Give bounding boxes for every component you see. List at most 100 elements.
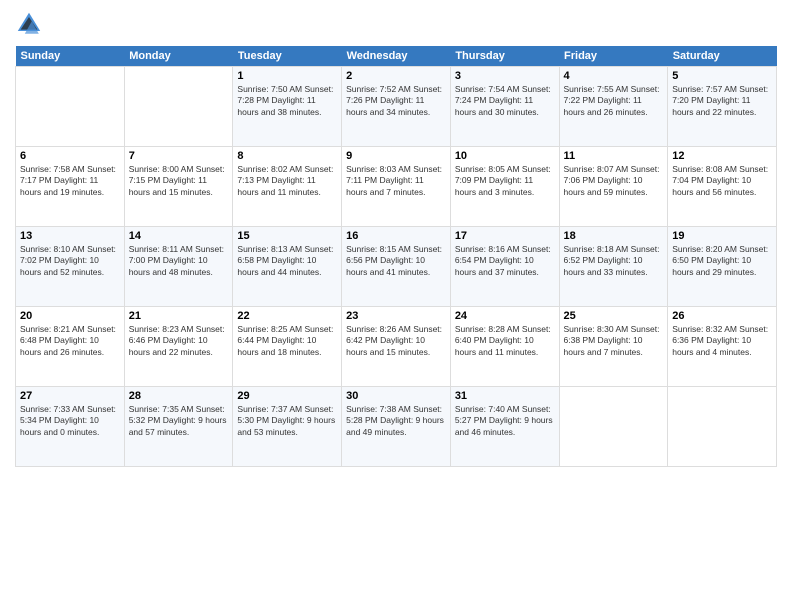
day-number: 15	[237, 230, 337, 242]
day-number: 2	[346, 70, 446, 82]
day-info: Sunrise: 8:26 AM Sunset: 6:42 PM Dayligh…	[346, 324, 446, 358]
calendar-cell: 8 Sunrise: 8:02 AM Sunset: 7:13 PM Daylig…	[233, 147, 342, 227]
calendar-cell: 20 Sunrise: 8:21 AM Sunset: 6:48 PM Dayli…	[16, 307, 125, 387]
calendar-cell: 9 Sunrise: 8:03 AM Sunset: 7:11 PM Daylig…	[342, 147, 451, 227]
calendar-cell: 15 Sunrise: 8:13 AM Sunset: 6:58 PM Dayli…	[233, 227, 342, 307]
day-number: 27	[20, 390, 120, 402]
day-info: Sunrise: 8:02 AM Sunset: 7:13 PM Dayligh…	[237, 164, 337, 198]
calendar-week-row: 13 Sunrise: 8:10 AM Sunset: 7:02 PM Dayli…	[16, 227, 777, 307]
page: SundayMondayTuesdayWednesdayThursdayFrid…	[0, 0, 792, 612]
day-number: 24	[455, 310, 555, 322]
day-info: Sunrise: 7:35 AM Sunset: 5:32 PM Dayligh…	[129, 404, 229, 438]
calendar-cell: 7Sunrise: 8:00 AM Sunset: 7:15 PM Daylig…	[124, 147, 233, 227]
weekday-header: Friday	[559, 46, 668, 67]
day-number: 4	[564, 70, 664, 82]
calendar-week-row: 1Sunrise: 7:50 AM Sunset: 7:28 PM Daylig…	[16, 67, 777, 147]
day-info: Sunrise: 8:08 AM Sunset: 7:04 PM Dayligh…	[672, 164, 772, 198]
weekday-header: Sunday	[16, 46, 125, 67]
day-info: Sunrise: 8:16 AM Sunset: 6:54 PM Dayligh…	[455, 244, 555, 278]
weekday-header: Wednesday	[342, 46, 451, 67]
weekday-header: Thursday	[450, 46, 559, 67]
day-info: Sunrise: 8:03 AM Sunset: 7:11 PM Dayligh…	[346, 164, 446, 198]
day-info: Sunrise: 7:57 AM Sunset: 7:20 PM Dayligh…	[672, 84, 772, 118]
day-info: Sunrise: 7:40 AM Sunset: 5:27 PM Dayligh…	[455, 404, 555, 438]
day-number: 18	[564, 230, 664, 242]
day-info: Sunrise: 8:23 AM Sunset: 6:46 PM Dayligh…	[129, 324, 229, 358]
day-info: Sunrise: 8:11 AM Sunset: 7:00 PM Dayligh…	[129, 244, 229, 278]
logo-icon	[15, 10, 43, 38]
calendar-cell	[16, 67, 125, 147]
day-number: 11	[564, 150, 664, 162]
logo	[15, 10, 47, 38]
day-number: 3	[455, 70, 555, 82]
calendar-cell: 6 Sunrise: 7:58 AM Sunset: 7:17 PM Daylig…	[16, 147, 125, 227]
calendar-cell: 1Sunrise: 7:50 AM Sunset: 7:28 PM Daylig…	[233, 67, 342, 147]
calendar-cell: 5Sunrise: 7:57 AM Sunset: 7:20 PM Daylig…	[668, 67, 777, 147]
calendar-cell: 4 Sunrise: 7:55 AM Sunset: 7:22 PM Daylig…	[559, 67, 668, 147]
day-number: 13	[20, 230, 120, 242]
day-number: 19	[672, 230, 772, 242]
calendar-cell: 22 Sunrise: 8:25 AM Sunset: 6:44 PM Dayli…	[233, 307, 342, 387]
day-number: 21	[129, 310, 229, 322]
weekday-header: Monday	[124, 46, 233, 67]
day-number: 23	[346, 310, 446, 322]
day-info: Sunrise: 8:15 AM Sunset: 6:56 PM Dayligh…	[346, 244, 446, 278]
day-info: Sunrise: 7:52 AM Sunset: 7:26 PM Dayligh…	[346, 84, 446, 118]
calendar-cell: 3Sunrise: 7:54 AM Sunset: 7:24 PM Daylig…	[450, 67, 559, 147]
day-info: Sunrise: 8:18 AM Sunset: 6:52 PM Dayligh…	[564, 244, 664, 278]
calendar-cell: 18 Sunrise: 8:18 AM Sunset: 6:52 PM Dayli…	[559, 227, 668, 307]
day-info: Sunrise: 8:30 AM Sunset: 6:38 PM Dayligh…	[564, 324, 664, 358]
day-info: Sunrise: 8:25 AM Sunset: 6:44 PM Dayligh…	[237, 324, 337, 358]
day-number: 12	[672, 150, 772, 162]
calendar-cell: 17 Sunrise: 8:16 AM Sunset: 6:54 PM Dayli…	[450, 227, 559, 307]
day-info: Sunrise: 8:05 AM Sunset: 7:09 PM Dayligh…	[455, 164, 555, 198]
calendar-cell: 19 Sunrise: 8:20 AM Sunset: 6:50 PM Dayli…	[668, 227, 777, 307]
calendar-week-row: 27 Sunrise: 7:33 AM Sunset: 5:34 PM Dayli…	[16, 387, 777, 467]
calendar-cell	[559, 387, 668, 467]
calendar-cell: 29Sunrise: 7:37 AM Sunset: 5:30 PM Dayli…	[233, 387, 342, 467]
day-number: 20	[20, 310, 120, 322]
day-info: Sunrise: 7:38 AM Sunset: 5:28 PM Dayligh…	[346, 404, 446, 438]
day-number: 22	[237, 310, 337, 322]
header-row: SundayMondayTuesdayWednesdayThursdayFrid…	[16, 46, 777, 67]
weekday-header: Saturday	[668, 46, 777, 67]
day-info: Sunrise: 8:28 AM Sunset: 6:40 PM Dayligh…	[455, 324, 555, 358]
day-info: Sunrise: 8:07 AM Sunset: 7:06 PM Dayligh…	[564, 164, 664, 198]
calendar-cell: 30Sunrise: 7:38 AM Sunset: 5:28 PM Dayli…	[342, 387, 451, 467]
day-info: Sunrise: 7:58 AM Sunset: 7:17 PM Dayligh…	[20, 164, 120, 198]
calendar-cell	[124, 67, 233, 147]
day-number: 10	[455, 150, 555, 162]
calendar-cell: 24 Sunrise: 8:28 AM Sunset: 6:40 PM Dayli…	[450, 307, 559, 387]
day-number: 26	[672, 310, 772, 322]
day-number: 7	[129, 150, 229, 162]
calendar-table: SundayMondayTuesdayWednesdayThursdayFrid…	[15, 46, 777, 467]
day-number: 6	[20, 150, 120, 162]
day-info: Sunrise: 7:55 AM Sunset: 7:22 PM Dayligh…	[564, 84, 664, 118]
calendar-cell: 31Sunrise: 7:40 AM Sunset: 5:27 PM Dayli…	[450, 387, 559, 467]
day-info: Sunrise: 8:21 AM Sunset: 6:48 PM Dayligh…	[20, 324, 120, 358]
day-number: 8	[237, 150, 337, 162]
day-info: Sunrise: 7:33 AM Sunset: 5:34 PM Dayligh…	[20, 404, 120, 438]
day-info: Sunrise: 8:13 AM Sunset: 6:58 PM Dayligh…	[237, 244, 337, 278]
day-number: 14	[129, 230, 229, 242]
day-info: Sunrise: 8:20 AM Sunset: 6:50 PM Dayligh…	[672, 244, 772, 278]
calendar-cell	[668, 387, 777, 467]
calendar-cell: 14 Sunrise: 8:11 AM Sunset: 7:00 PM Dayli…	[124, 227, 233, 307]
calendar-cell: 12 Sunrise: 8:08 AM Sunset: 7:04 PM Dayli…	[668, 147, 777, 227]
calendar-cell: 13 Sunrise: 8:10 AM Sunset: 7:02 PM Dayli…	[16, 227, 125, 307]
calendar-cell: 11 Sunrise: 8:07 AM Sunset: 7:06 PM Dayli…	[559, 147, 668, 227]
day-number: 1	[237, 70, 337, 82]
calendar-cell: 27 Sunrise: 7:33 AM Sunset: 5:34 PM Dayli…	[16, 387, 125, 467]
day-number: 25	[564, 310, 664, 322]
day-number: 17	[455, 230, 555, 242]
calendar-cell: 28Sunrise: 7:35 AM Sunset: 5:32 PM Dayli…	[124, 387, 233, 467]
day-info: Sunrise: 7:37 AM Sunset: 5:30 PM Dayligh…	[237, 404, 337, 438]
weekday-header: Tuesday	[233, 46, 342, 67]
day-number: 9	[346, 150, 446, 162]
calendar-cell: 26Sunrise: 8:32 AM Sunset: 6:36 PM Dayli…	[668, 307, 777, 387]
header	[15, 10, 777, 38]
calendar-cell: 23 Sunrise: 8:26 AM Sunset: 6:42 PM Dayli…	[342, 307, 451, 387]
day-number: 16	[346, 230, 446, 242]
calendar-cell: 2 Sunrise: 7:52 AM Sunset: 7:26 PM Daylig…	[342, 67, 451, 147]
day-info: Sunrise: 8:10 AM Sunset: 7:02 PM Dayligh…	[20, 244, 120, 278]
